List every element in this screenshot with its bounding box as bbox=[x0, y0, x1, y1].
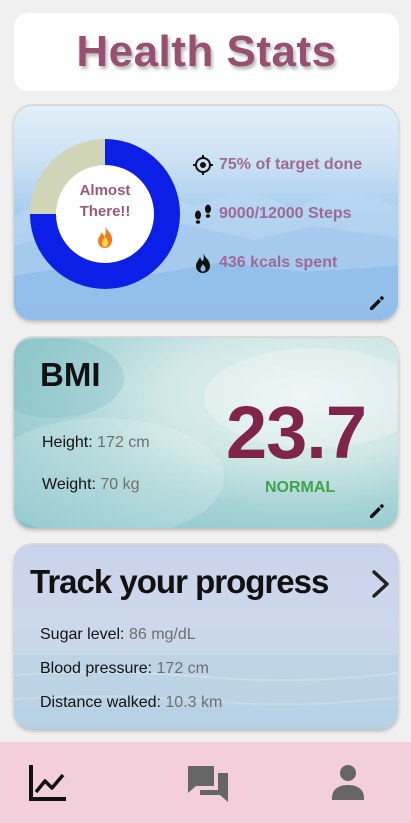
bmi-value: 23.7 bbox=[226, 391, 367, 474]
progress-title: Track your progress bbox=[30, 563, 329, 600]
stat-calories-text: 436 kcals spent bbox=[219, 254, 338, 271]
nav-chat-button[interactable] bbox=[186, 764, 230, 804]
stat-steps-text: 9000/12000 Steps bbox=[219, 205, 352, 222]
chat-icon bbox=[188, 766, 228, 802]
bottom-nav bbox=[0, 742, 411, 823]
stat-target: 75% of target done bbox=[192, 154, 362, 176]
progress-ring-center: Almost There!! bbox=[56, 165, 154, 263]
bmi-card[interactable]: BMI Height: 172 cm Weight: 70 kg 23.7 NO… bbox=[14, 338, 398, 528]
weight-value: 70 kg bbox=[100, 476, 140, 493]
distance-label: Distance walked: bbox=[40, 694, 161, 711]
height-label: Height: bbox=[42, 434, 93, 451]
chevron-right-icon[interactable] bbox=[370, 569, 392, 599]
flame-icon bbox=[192, 252, 214, 274]
bmi-title: BMI bbox=[40, 356, 101, 393]
sugar-label: Sugar level: bbox=[40, 626, 125, 643]
distance-row: Distance walked: 10.3 km bbox=[40, 694, 222, 712]
stat-steps: 9000/12000 Steps bbox=[192, 203, 352, 225]
sugar-row: Sugar level: 86 mg/dL bbox=[40, 626, 196, 644]
person-icon bbox=[332, 765, 364, 800]
sugar-value: 86 mg/dL bbox=[128, 626, 196, 643]
page-title: Health Stats bbox=[76, 27, 337, 76]
progress-ring: Almost There!! bbox=[30, 139, 180, 289]
distance-value: 10.3 km bbox=[165, 694, 223, 711]
blood-pressure-label: Blood pressure: bbox=[40, 660, 153, 677]
edit-activity-icon[interactable] bbox=[368, 294, 386, 312]
bmi-status-badge: NORMAL bbox=[265, 479, 336, 496]
progress-ring-label: Almost There!! bbox=[79, 181, 131, 220]
weight-label: Weight: bbox=[42, 476, 96, 493]
height-value: 172 cm bbox=[97, 434, 150, 451]
nav-stats-button[interactable] bbox=[28, 762, 68, 802]
fire-emoji-icon bbox=[98, 225, 113, 248]
progress-ring-track: Almost There!! bbox=[30, 139, 180, 289]
header: Health Stats bbox=[14, 13, 399, 91]
progress-card[interactable]: Track your progress Sugar level: 86 mg/d… bbox=[14, 545, 398, 729]
chart-icon bbox=[29, 765, 66, 801]
edit-bmi-icon[interactable] bbox=[368, 502, 386, 520]
height-row: Height: 172 cm bbox=[42, 434, 150, 452]
target-icon bbox=[192, 154, 214, 176]
stat-calories: 436 kcals spent bbox=[192, 252, 337, 274]
activity-card[interactable]: Almost There!! 75% of target done 9000/1… bbox=[14, 106, 398, 320]
footsteps-icon bbox=[192, 203, 214, 225]
blood-pressure-value: 172 cm bbox=[156, 660, 209, 677]
blood-pressure-row: Blood pressure: 172 cm bbox=[40, 660, 209, 678]
stat-target-text: 75% of target done bbox=[219, 156, 363, 173]
nav-profile-button[interactable] bbox=[330, 764, 366, 802]
weight-row: Weight: 70 kg bbox=[42, 476, 140, 494]
